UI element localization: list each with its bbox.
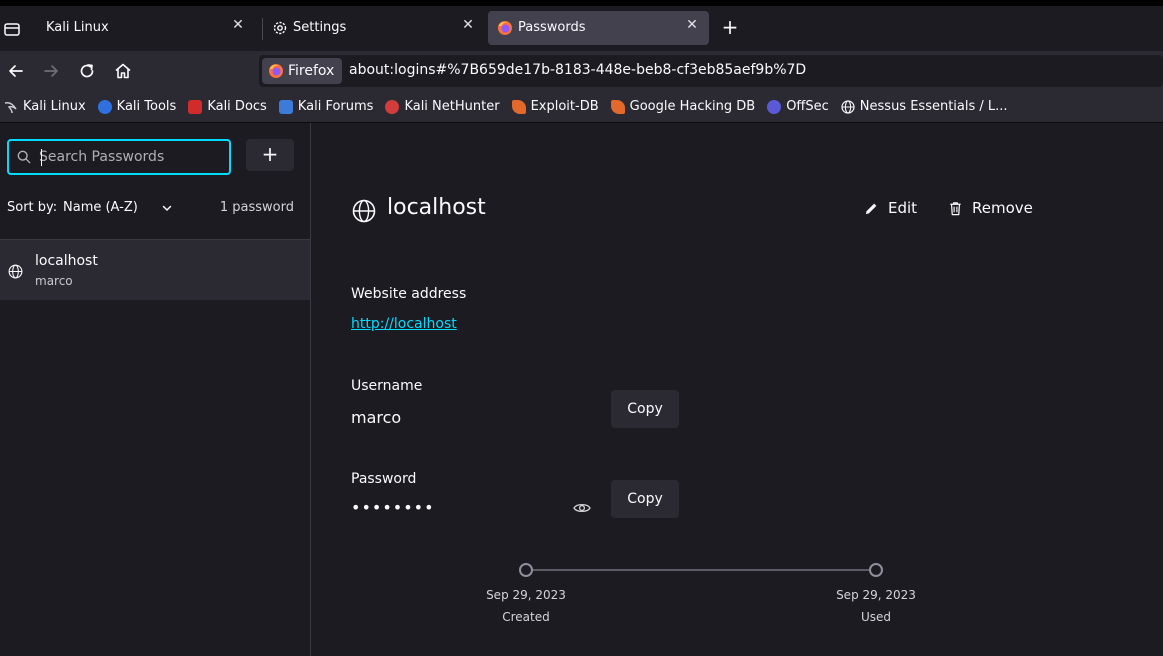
- bookmark-label: Kali Docs: [207, 99, 267, 114]
- used-label: Used: [860, 610, 892, 624]
- ghdb-icon: [610, 99, 625, 114]
- kali-forums-icon: [278, 99, 293, 114]
- bookmark-label: Exploit-DB: [530, 99, 599, 114]
- bookmark-kali-nethunter[interactable]: Kali NetHunter: [385, 99, 500, 114]
- bookmark-label: Nessus Essentials / L...: [859, 99, 1008, 114]
- search-box[interactable]: [7, 139, 231, 175]
- bookmark-label: Kali Forums: [297, 99, 374, 114]
- home-icon[interactable]: [113, 61, 133, 81]
- bookmark-kali-docs[interactable]: Kali Docs: [188, 99, 267, 114]
- chevron-down-icon[interactable]: [161, 202, 173, 214]
- bookmark-nessus[interactable]: Nessus Essentials / L...: [841, 99, 1008, 114]
- globe-icon: [841, 99, 855, 114]
- tab-label: Passwords: [518, 20, 586, 35]
- bookmark-label: OffSec: [786, 99, 829, 114]
- close-icon[interactable]: ✕: [229, 17, 247, 33]
- created-label: Created: [502, 610, 550, 624]
- sort-select[interactable]: Name (A-Z): [63, 200, 138, 215]
- forward-icon[interactable]: [41, 61, 61, 81]
- copy-username-button[interactable]: Copy: [611, 390, 679, 428]
- login-detail-panel: localhost Edit Remove Website address ht…: [312, 123, 1163, 656]
- gear-icon: [273, 21, 287, 35]
- login-title: localhost: [387, 195, 486, 220]
- identity-box[interactable]: Firefox: [262, 58, 343, 84]
- add-login-button[interactable]: +: [246, 139, 294, 171]
- firefox-logo-icon: [498, 21, 512, 35]
- login-list-item[interactable]: localhost marco: [0, 240, 310, 300]
- timeline-used-dot: [869, 563, 883, 577]
- bookmark-kali-forums[interactable]: Kali Forums: [278, 99, 374, 114]
- bookmark-exploit-db[interactable]: Exploit-DB: [511, 99, 599, 114]
- password-count: 1 password: [219, 200, 294, 215]
- exploit-db-icon: [511, 99, 526, 114]
- new-tab-button[interactable]: +: [720, 17, 740, 38]
- tab-passwords[interactable]: Passwords ✕: [488, 11, 709, 45]
- back-icon[interactable]: [6, 61, 26, 81]
- navigation-toolbar: Firefox about:logins#%7B659de17b-8183-44…: [0, 51, 1163, 91]
- text-caret: [41, 149, 42, 166]
- eye-icon[interactable]: [573, 501, 591, 515]
- tab-strip: Kali Linux ✕ Settings ✕ Passwords ✕ +: [0, 0, 1163, 51]
- sort-row: Sort by: Name (A-Z) 1 password: [7, 200, 297, 220]
- copy-password-button[interactable]: Copy: [611, 480, 679, 518]
- timeline-line: [532, 569, 876, 571]
- timeline-created-dot: [519, 563, 533, 577]
- kali-dragon-icon: [4, 101, 17, 113]
- bookmark-label: Google Hacking DB: [629, 99, 756, 114]
- url-bar[interactable]: Firefox about:logins#%7B659de17b-8183-44…: [259, 55, 1163, 87]
- reload-icon[interactable]: [77, 61, 97, 81]
- username-value: marco: [351, 408, 402, 427]
- remove-button[interactable]: Remove: [948, 199, 1033, 217]
- globe-icon: [8, 264, 23, 279]
- url-text[interactable]: about:logins#%7B659de17b-8183-448e-beb8-…: [349, 62, 806, 78]
- identity-label: Firefox: [288, 63, 335, 79]
- edit-label: Edit: [888, 199, 918, 217]
- bookmark-google-hacking-db[interactable]: Google Hacking DB: [610, 99, 756, 114]
- password-label: Password: [351, 471, 417, 487]
- bookmark-kali-linux[interactable]: Kali Linux: [4, 99, 86, 114]
- firefox-view-icon[interactable]: [2, 16, 22, 40]
- login-item-title: localhost: [35, 253, 98, 269]
- bookmark-kali-tools[interactable]: Kali Tools: [97, 99, 177, 114]
- search-icon: [17, 150, 31, 164]
- password-value: ••••••••: [351, 498, 435, 517]
- close-icon[interactable]: ✕: [459, 17, 477, 33]
- pencil-icon: [865, 203, 877, 214]
- bookmark-offsec[interactable]: OffSec: [767, 99, 829, 114]
- search-input[interactable]: [39, 147, 219, 167]
- firefox-logo-icon: [269, 64, 283, 78]
- bookmark-label: Kali Tools: [116, 99, 177, 114]
- logins-sidebar: + Sort by: Name (A-Z) 1 password localho…: [0, 123, 311, 656]
- login-item-username: marco: [35, 274, 73, 288]
- bookmark-label: Kali Linux: [23, 99, 86, 114]
- bookmarks-toolbar: Kali Linux Kali Tools Kali Docs Kali For…: [0, 91, 1163, 123]
- username-label: Username: [351, 378, 423, 394]
- used-date: Sep 29, 2023: [836, 588, 916, 602]
- trash-icon: [950, 201, 961, 215]
- created-date: Sep 29, 2023: [486, 588, 566, 602]
- globe-icon: [352, 199, 376, 223]
- nethunter-icon: [385, 99, 400, 114]
- tab-label: Settings: [293, 20, 347, 35]
- bookmark-label: Kali NetHunter: [404, 99, 500, 114]
- edit-button[interactable]: Edit: [864, 199, 917, 217]
- remove-label: Remove: [972, 199, 1033, 217]
- sort-label: Sort by:: [7, 200, 58, 215]
- tab-settings[interactable]: Settings ✕: [263, 11, 485, 45]
- tab-kali-linux[interactable]: Kali Linux ✕: [33, 11, 255, 45]
- kali-tools-icon: [97, 99, 112, 114]
- website-address-link[interactable]: http://localhost: [351, 316, 457, 332]
- offsec-icon: [767, 99, 782, 114]
- close-icon[interactable]: ✕: [683, 17, 701, 33]
- kali-docs-icon: [188, 99, 203, 114]
- website-address-label: Website address: [351, 286, 467, 302]
- tab-label: Kali Linux: [46, 20, 109, 35]
